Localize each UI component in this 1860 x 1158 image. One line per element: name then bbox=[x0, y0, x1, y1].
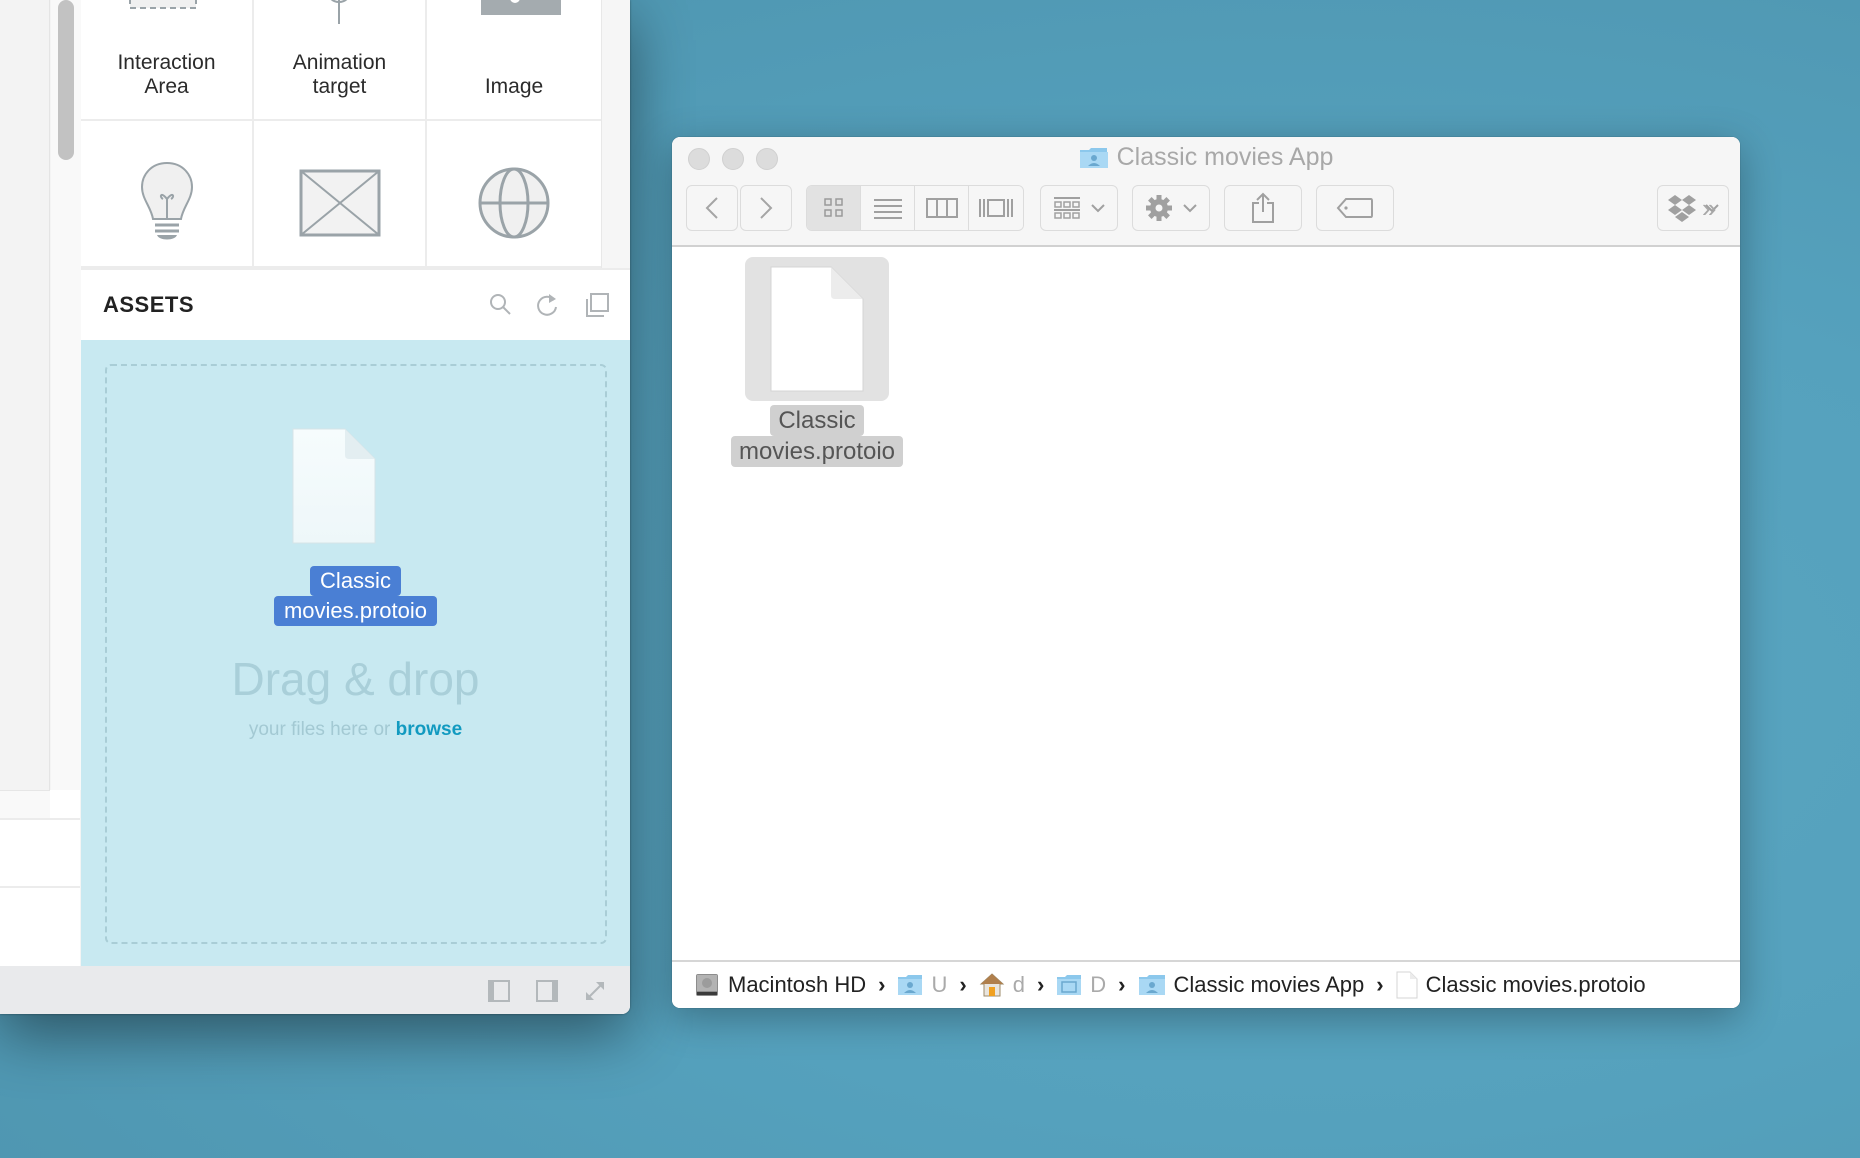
path-item-macintosh-hd[interactable]: Macintosh HD bbox=[694, 972, 866, 998]
widget-web-view[interactable] bbox=[427, 121, 601, 266]
action-button[interactable] bbox=[1132, 185, 1210, 231]
list-view-button[interactable] bbox=[861, 186, 915, 230]
drop-zone-subtitle: your files here or browse bbox=[248, 719, 463, 740]
widget-image[interactable]: Image bbox=[427, 0, 601, 119]
share-button[interactable] bbox=[1224, 185, 1302, 231]
forward-icon bbox=[760, 197, 773, 219]
document-icon bbox=[770, 266, 864, 392]
arrange-button[interactable] bbox=[1040, 185, 1118, 231]
hard-drive-icon bbox=[696, 974, 718, 996]
asset-drop-zone[interactable]: Classic movies.protoio Drag & drop your … bbox=[81, 340, 630, 966]
toolbar-overflow-button[interactable]: » bbox=[1702, 193, 1717, 224]
widget-library-grid: Interaction Area Animation target Image bbox=[81, 0, 601, 268]
file-name-label: Classic movies.protoio bbox=[730, 405, 904, 467]
chevron-down-icon bbox=[1183, 204, 1197, 213]
dropbox-button[interactable] bbox=[1657, 185, 1729, 231]
browse-link[interactable]: browse bbox=[396, 719, 463, 740]
search-icon[interactable] bbox=[488, 292, 514, 318]
animation-target-icon bbox=[330, 0, 348, 24]
canvas-gutter bbox=[0, 0, 50, 790]
icon-view-button[interactable] bbox=[807, 186, 861, 230]
window-title: Classic movies App bbox=[672, 143, 1740, 172]
path-item-home[interactable]: d bbox=[979, 972, 1025, 998]
users-folder-icon bbox=[898, 975, 923, 995]
lightbulb-icon bbox=[140, 161, 194, 240]
widget-label: Animation target bbox=[292, 51, 387, 98]
image-icon bbox=[481, 0, 561, 15]
path-separator: › bbox=[1118, 972, 1126, 997]
folder-icon bbox=[1138, 975, 1165, 995]
widget-interaction-area[interactable]: Interaction Area bbox=[81, 0, 252, 119]
layer-list-stub bbox=[0, 790, 80, 966]
column-view-button[interactable] bbox=[915, 186, 969, 230]
finder-toolbar: Classic movies App » bbox=[672, 137, 1740, 247]
cover-flow-view-button[interactable] bbox=[969, 186, 1023, 230]
file-selection-bg bbox=[745, 257, 889, 401]
divider bbox=[0, 818, 80, 820]
gear-icon bbox=[1146, 195, 1172, 221]
cover-flow-icon bbox=[979, 199, 1013, 217]
placeholder-box-icon bbox=[299, 169, 381, 237]
expand-icon[interactable] bbox=[584, 980, 606, 1002]
widget-label: Interaction Area bbox=[117, 51, 216, 98]
divider bbox=[0, 886, 80, 888]
widget-label: Image bbox=[484, 75, 544, 98]
chevron-down-icon bbox=[1091, 204, 1105, 213]
path-item-classic-movies-app[interactable]: Classic movies App bbox=[1138, 972, 1364, 998]
documents-folder-icon bbox=[1057, 975, 1082, 995]
assets-header: ASSETS bbox=[81, 268, 630, 340]
widget-animation-target[interactable]: Animation target bbox=[254, 0, 425, 119]
scrollbar-thumb[interactable] bbox=[58, 0, 74, 160]
path-separator: › bbox=[1376, 972, 1384, 997]
list-view-icon bbox=[873, 199, 902, 219]
path-item-documents[interactable]: D bbox=[1056, 972, 1106, 998]
share-icon bbox=[1252, 192, 1274, 223]
refresh-icon[interactable] bbox=[535, 292, 561, 318]
path-item-file[interactable]: Classic movies.protoio bbox=[1396, 971, 1646, 999]
tags-button[interactable] bbox=[1316, 185, 1394, 231]
path-bar: Macintosh HD › U › d › D › Classic movie… bbox=[672, 960, 1740, 1008]
home-icon bbox=[979, 973, 1004, 997]
path-separator: › bbox=[959, 972, 967, 997]
document-icon bbox=[1396, 971, 1418, 999]
layer-row[interactable] bbox=[0, 790, 50, 818]
tag-icon bbox=[1336, 198, 1373, 218]
widget-placeholder[interactable] bbox=[254, 121, 425, 266]
finder-window: Classic movies App » Classic movies.prot… bbox=[672, 137, 1740, 1008]
prototyping-app-panel: Interaction Area Animation target Image bbox=[0, 0, 630, 1014]
left-panel-toggle-icon[interactable] bbox=[488, 980, 510, 1002]
globe-icon bbox=[478, 167, 550, 239]
back-icon bbox=[705, 197, 718, 219]
back-button[interactable] bbox=[686, 185, 738, 231]
icon-view-icon bbox=[823, 198, 843, 217]
widget-hint[interactable] bbox=[81, 121, 252, 266]
column-view-icon bbox=[925, 198, 958, 218]
path-separator: › bbox=[878, 972, 886, 997]
path-item-users[interactable]: U bbox=[897, 972, 947, 998]
dragged-file-icon[interactable] bbox=[291, 427, 377, 545]
right-panel-toggle-icon[interactable] bbox=[536, 980, 558, 1002]
dragged-file-label: Classic movies.protoio bbox=[81, 566, 630, 626]
folder-icon bbox=[1079, 147, 1108, 168]
interaction-area-icon bbox=[129, 0, 197, 9]
forward-button[interactable] bbox=[740, 185, 792, 231]
panel-bottom-bar bbox=[0, 966, 630, 1014]
drop-zone-title: Drag & drop bbox=[231, 653, 480, 705]
new-window-icon[interactable] bbox=[584, 292, 610, 318]
finder-icon-view[interactable]: Classic movies.protoio bbox=[672, 247, 1740, 960]
arrange-icon bbox=[1054, 197, 1080, 219]
view-mode-segmented-control bbox=[806, 185, 1024, 231]
file-item[interactable]: Classic movies.protoio bbox=[722, 257, 912, 467]
dropbox-icon bbox=[1668, 195, 1696, 222]
assets-title: ASSETS bbox=[103, 292, 195, 317]
grid-scroll-strip bbox=[601, 0, 630, 268]
path-separator: › bbox=[1036, 972, 1045, 997]
